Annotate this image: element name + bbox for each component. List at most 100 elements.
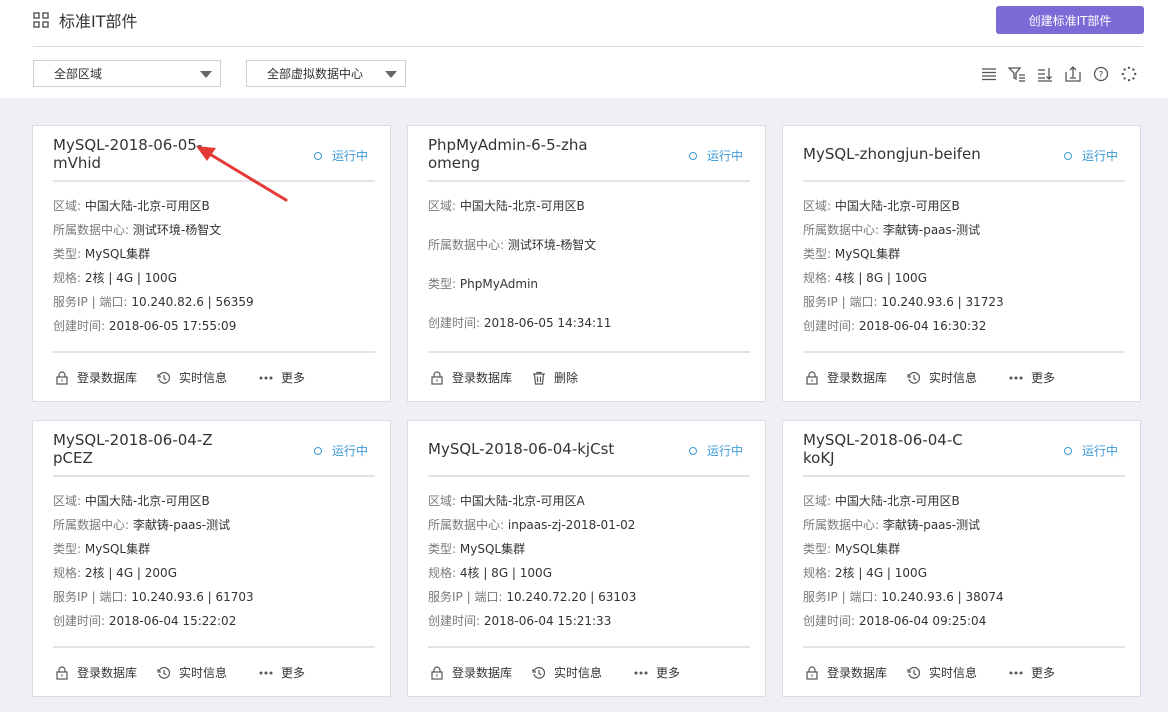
type-value: PhpMyAdmin: [459, 277, 539, 291]
filter-icon[interactable]: [1008, 64, 1026, 84]
card-title[interactable]: MySQL-2018-06-04-CkoKJ: [803, 431, 963, 467]
region-value: 中国大陆-北京-可用区B: [84, 494, 210, 508]
datacenter-row: 所属数据中心: inpaas-zj-2018-01-02: [428, 518, 635, 532]
login-db-button[interactable]: 登录数据库: [430, 369, 532, 386]
type-label: 类型:: [803, 247, 832, 261]
more-button[interactable]: 更多: [1009, 664, 1055, 681]
header-divider: [33, 46, 1143, 47]
component-card[interactable]: MySQL-2018-06-04-ZpCEZ 运行中 区域: 中国大陆-北京-可…: [32, 420, 391, 697]
card-title[interactable]: PhpMyAdmin-6-5-zhaomeng: [428, 136, 588, 172]
login-db-button[interactable]: 登录数据库: [805, 369, 907, 386]
created-value: 2018-06-04 15:22:02: [108, 614, 237, 628]
type-label: 类型:: [428, 542, 457, 556]
login-db-button[interactable]: 登录数据库: [805, 664, 907, 681]
more-button[interactable]: 更多: [259, 664, 305, 681]
list-icon[interactable]: [980, 64, 998, 84]
card-actions: 登录数据库 实时信息 更多: [805, 664, 1055, 681]
created-value: 2018-06-04 09:25:04: [858, 614, 987, 628]
login-db-button[interactable]: 登录数据库: [430, 664, 532, 681]
realtime-info-button[interactable]: 实时信息: [907, 664, 1009, 681]
realtime-info-button[interactable]: 实时信息: [907, 369, 1009, 386]
history-icon: [157, 371, 171, 384]
card-title[interactable]: MySQL-2018-06-04-ZpCEZ: [53, 431, 213, 467]
ip-port-row: 服务IP | 端口: 10.240.93.6 | 61703: [53, 590, 254, 604]
created-value: 2018-06-05 14:34:11: [483, 316, 612, 330]
status-text: 运行中: [707, 444, 744, 458]
ip-port-label: 服务IP | 端口:: [53, 295, 128, 309]
created-value: 2018-06-04 15:21:33: [483, 614, 612, 628]
created-label: 创建时间:: [428, 614, 481, 628]
region-row: 区域: 中国大陆-北京-可用区B: [53, 494, 210, 508]
region-label: 区域:: [428, 199, 457, 213]
card-divider: [803, 180, 1125, 182]
spec-value: 2核 | 4G | 100G: [84, 271, 177, 285]
card-title[interactable]: MySQL-zhongjun-beifen: [803, 145, 1003, 163]
card-actions: 登录数据库 实时信息 更多: [805, 369, 1055, 386]
type-label: 类型:: [53, 247, 82, 261]
status-badge: 运行中: [689, 147, 743, 164]
login-db-label: 登录数据库: [827, 666, 888, 680]
ip-port-row: 服务IP | 端口: 10.240.82.6 | 56359: [53, 295, 254, 309]
component-card[interactable]: MySQL-2018-06-04-kjCst 运行中 区域: 中国大陆-北京-可…: [407, 420, 766, 697]
history-icon: [907, 666, 921, 679]
login-db-label: 登录数据库: [77, 371, 138, 385]
refresh-icon[interactable]: [1120, 64, 1138, 84]
region-row: 区域: 中国大陆-北京-可用区B: [428, 199, 585, 213]
realtime-info-button[interactable]: 实时信息: [157, 664, 259, 681]
create-it-component-button[interactable]: 创建标准IT部件: [996, 6, 1144, 34]
region-row: 区域: 中国大陆-北京-可用区B: [53, 199, 210, 213]
more-button[interactable]: 更多: [259, 369, 305, 386]
card-grid: MySQL-2018-06-05-mVhid 运行中 区域: 中国大陆-北京-可…: [0, 98, 1168, 712]
card-divider: [803, 351, 1125, 353]
type-row: 类型: PhpMyAdmin: [428, 277, 538, 291]
realtime-info-button[interactable]: 实时信息: [157, 369, 259, 386]
created-row: 创建时间: 2018-06-05 17:55:09: [53, 319, 236, 333]
card-divider: [428, 646, 750, 648]
help-icon[interactable]: ?: [1092, 64, 1110, 84]
spec-row: 规格: 2核 | 4G | 200G: [53, 566, 177, 580]
spec-value: 4核 | 8G | 100G: [459, 566, 552, 580]
card-title[interactable]: MySQL-2018-06-04-kjCst: [428, 440, 628, 458]
more-button[interactable]: 更多: [634, 664, 680, 681]
export-icon[interactable]: [1064, 64, 1082, 84]
more-button[interactable]: 更多: [1009, 369, 1055, 386]
component-card[interactable]: MySQL-2018-06-04-CkoKJ 运行中 区域: 中国大陆-北京-可…: [782, 420, 1141, 697]
type-label: 类型:: [803, 542, 832, 556]
sort-icon[interactable]: [1036, 64, 1054, 84]
status-text: 运行中: [332, 444, 369, 458]
status-text: 运行中: [332, 149, 369, 163]
region-row: 区域: 中国大陆-北京-可用区B: [803, 199, 960, 213]
more-label: 更多: [1031, 666, 1056, 680]
created-label: 创建时间:: [53, 614, 106, 628]
component-card[interactable]: PhpMyAdmin-6-5-zhaomeng 运行中 区域: 中国大陆-北京-…: [407, 125, 766, 402]
login-db-button[interactable]: 登录数据库: [55, 369, 157, 386]
region-label: 区域:: [53, 199, 82, 213]
more-dots-icon: [259, 671, 273, 674]
lock-icon: [806, 370, 818, 385]
title-wrap: 标准IT部件: [33, 10, 138, 31]
status-dot-icon: [314, 151, 322, 160]
type-row: 类型: MySQL集群: [53, 542, 150, 556]
datacenter-row: 所属数据中心: 李献铸-paas-测试: [53, 518, 230, 532]
region-select[interactable]: 全部区域: [33, 60, 221, 87]
datacenter-row: 所属数据中心: 测试环境-杨智文: [428, 238, 596, 252]
ip-port-value: 10.240.93.6 | 38074: [881, 590, 1004, 604]
datacenter-select[interactable]: 全部虚拟数据中心: [246, 60, 406, 87]
more-label: 更多: [656, 666, 681, 680]
spec-label: 规格:: [803, 271, 832, 285]
realtime-info-button[interactable]: 实时信息: [532, 664, 634, 681]
datacenter-label: 所属数据中心:: [53, 223, 130, 237]
status-dot-icon: [689, 151, 697, 160]
card-actions: 登录数据库 实时信息 更多: [55, 369, 305, 386]
login-db-button[interactable]: 登录数据库: [55, 664, 157, 681]
more-dots-icon: [259, 376, 273, 379]
grid-icon: [33, 12, 49, 28]
component-card[interactable]: MySQL-zhongjun-beifen 运行中 区域: 中国大陆-北京-可用…: [782, 125, 1141, 402]
card-title[interactable]: MySQL-2018-06-05-mVhid: [53, 136, 213, 172]
card-actions: 登录数据库 实时信息 更多: [430, 664, 680, 681]
datacenter-row: 所属数据中心: 李献铸-paas-测试: [803, 223, 980, 237]
type-row: 类型: MySQL集群: [803, 542, 900, 556]
page-title: 标准IT部件: [59, 12, 138, 31]
status-badge: 运行中: [689, 442, 743, 459]
delete-button[interactable]: 删除: [532, 369, 578, 386]
